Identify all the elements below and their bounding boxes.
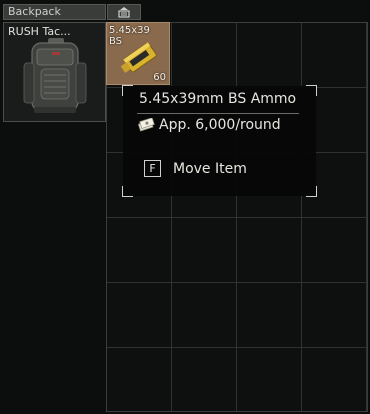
tooltip-corner <box>306 85 317 96</box>
ammo-item[interactable]: 5.45x39 BS 60 <box>106 22 170 85</box>
keybind-f: F <box>144 160 161 177</box>
container-title: Backpack <box>3 4 106 20</box>
tooltip-price: App. 6,000/round <box>159 117 281 133</box>
tooltip-title: 5.45x39mm BS Ammo <box>139 91 297 107</box>
tooltip-corner <box>122 85 133 96</box>
sort-button[interactable] <box>107 4 141 20</box>
item-tooltip: 5.45x39mm BS Ammo App. 6,000/round F Mov… <box>122 85 317 197</box>
backpack-icon <box>23 38 87 113</box>
move-item-action[interactable]: F Move Item <box>144 160 247 177</box>
ammo-stack-count: 60 <box>153 72 166 83</box>
tooltip-divider <box>137 113 299 114</box>
sort-icon <box>118 7 130 18</box>
tooltip-corner <box>306 186 317 197</box>
money-icon <box>137 118 155 132</box>
tooltip-corner <box>122 186 133 197</box>
tooltip-price-row: App. 6,000/round <box>137 117 281 133</box>
equipped-backpack-slot[interactable]: RUSH Tac... <box>3 22 106 122</box>
ammo-short-name: 5.45x39 BS <box>109 25 150 47</box>
move-item-label: Move Item <box>173 160 247 177</box>
